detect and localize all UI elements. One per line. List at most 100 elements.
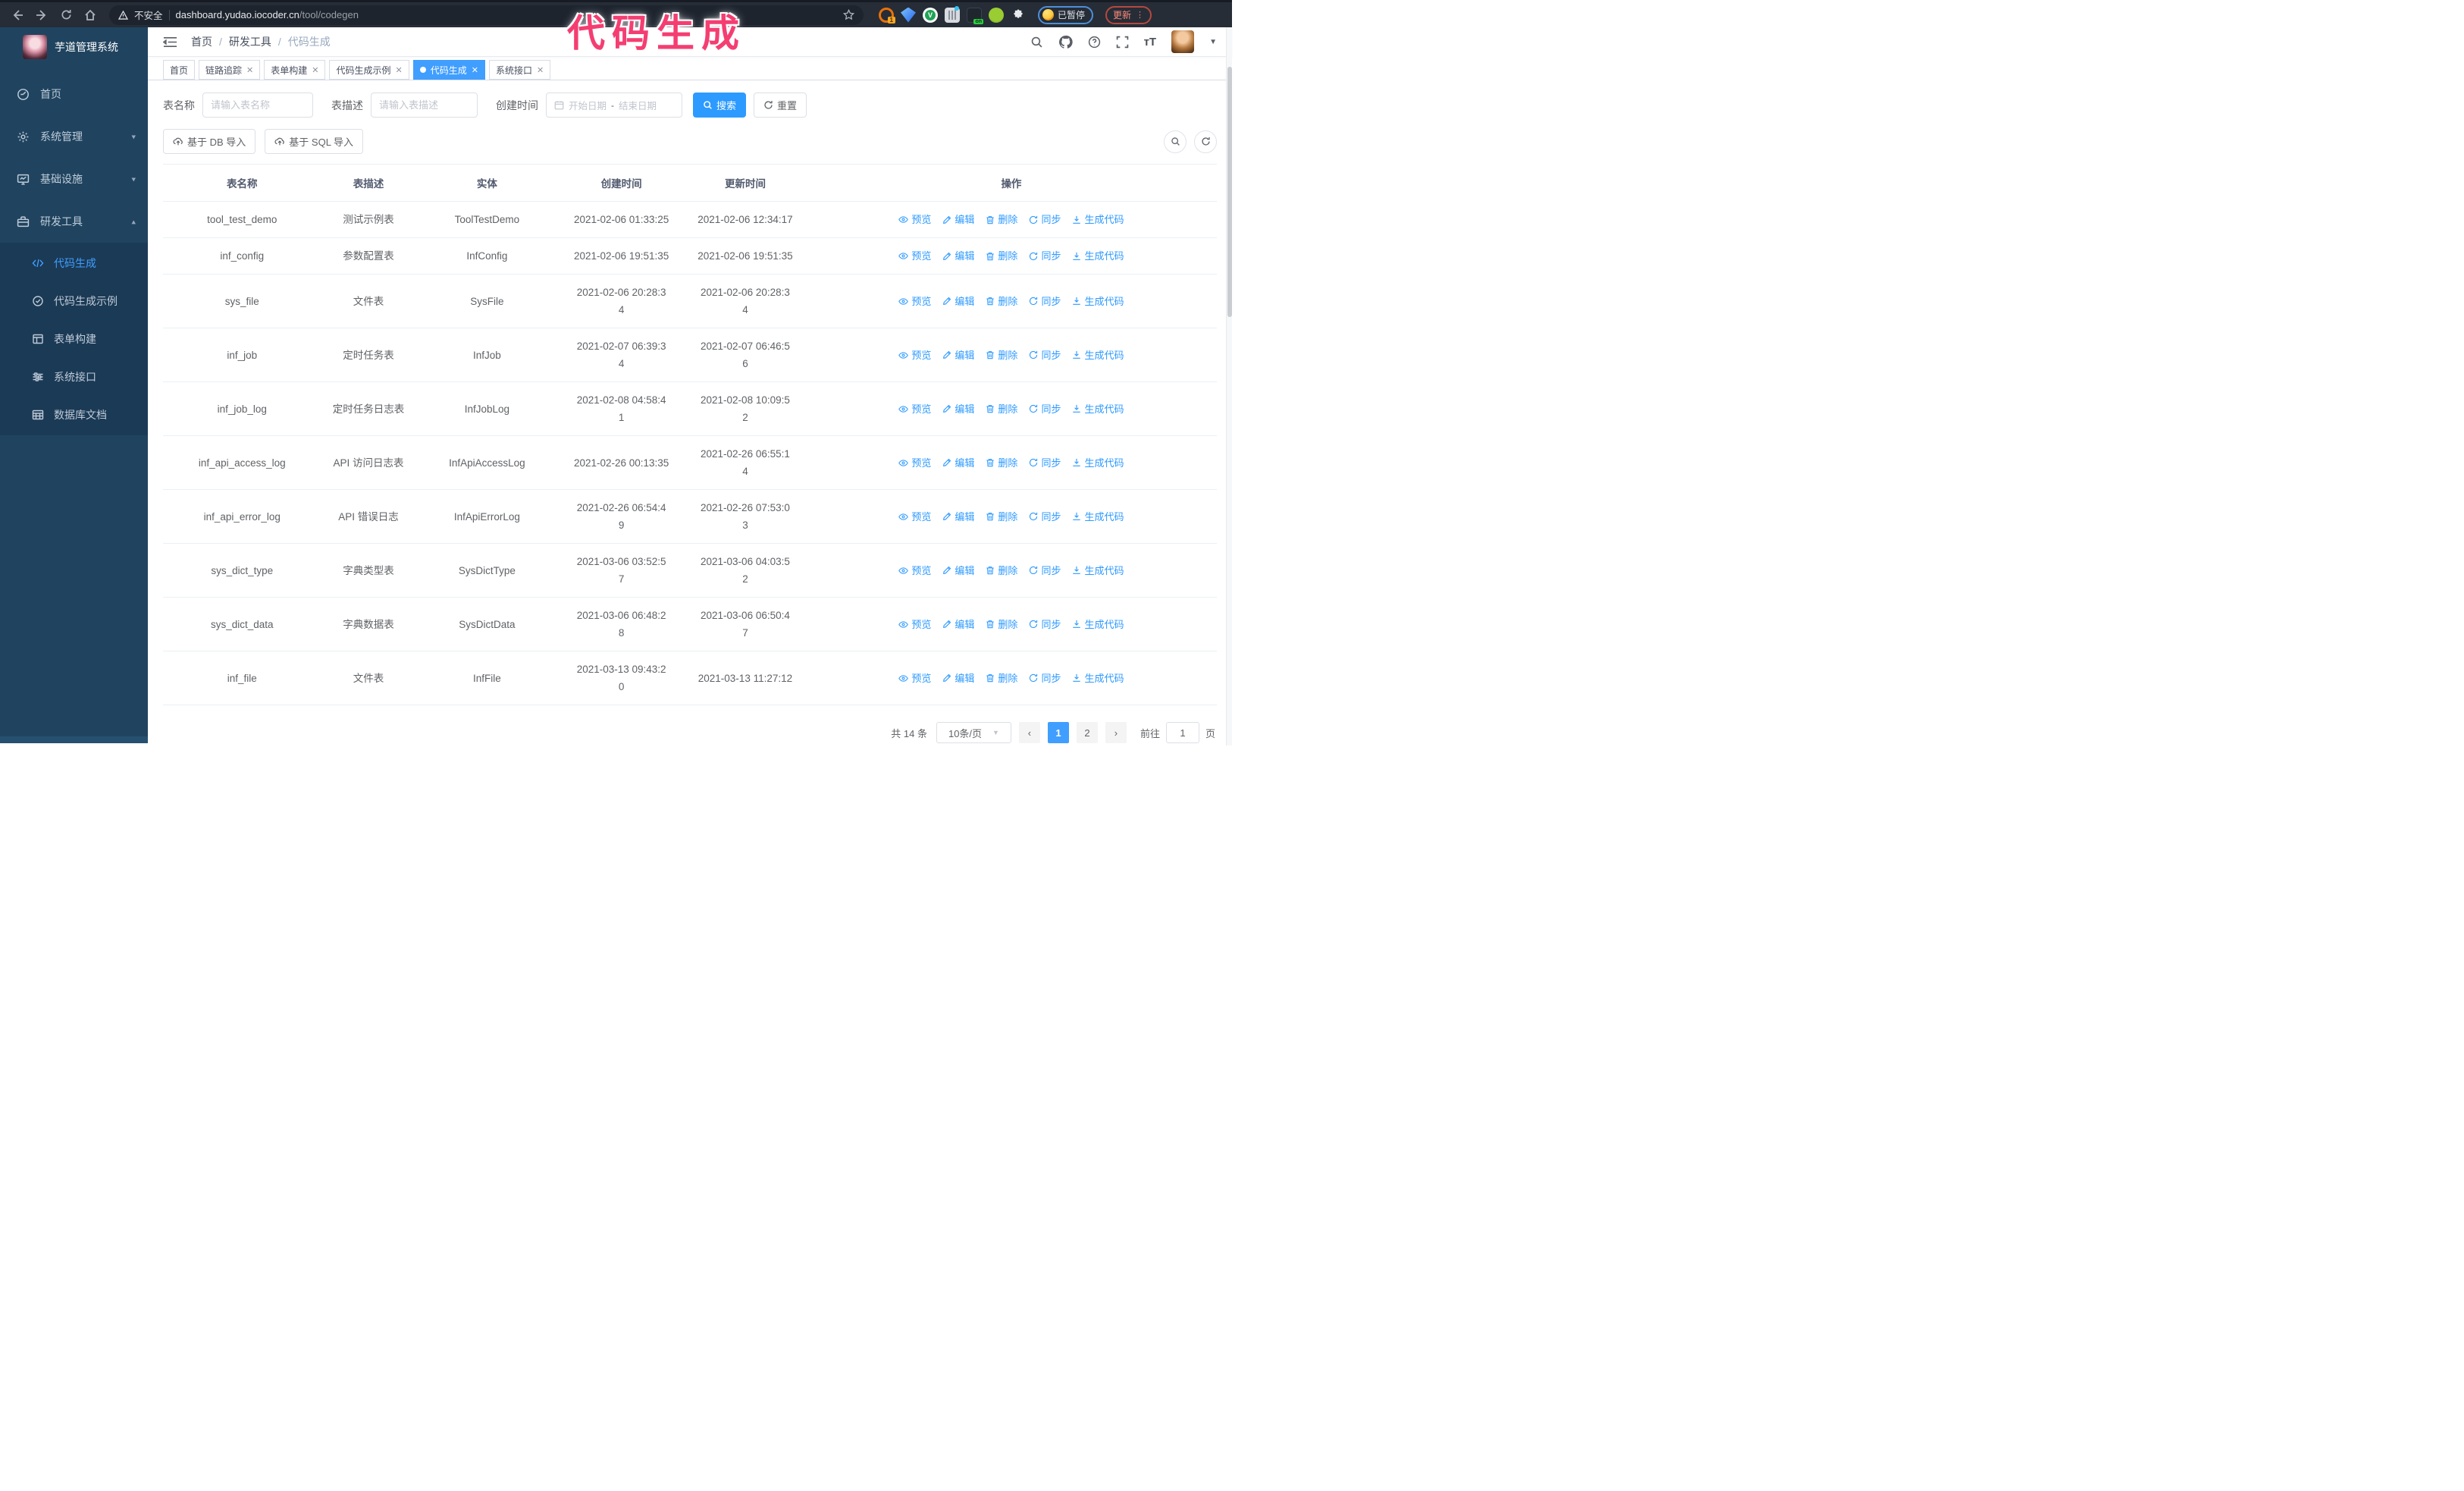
tab-close-icon[interactable]: ✕ [472,65,478,75]
edit-link[interactable]: 编辑 [942,247,974,265]
sync-link[interactable]: 同步 [1029,562,1061,579]
table-name-input[interactable] [211,99,305,111]
back-icon[interactable] [8,5,27,25]
table-desc-input[interactable] [379,99,469,111]
delete-link[interactable]: 删除 [986,247,1017,265]
forward-icon[interactable] [32,5,52,25]
sync-link[interactable]: 同步 [1029,670,1061,687]
generate-code-link[interactable]: 生成代码 [1072,247,1124,265]
security-label[interactable]: 不安全 [134,8,163,22]
delete-link[interactable]: 删除 [986,562,1017,579]
search-icon[interactable] [1030,36,1043,49]
sidebar-collapse-bar[interactable] [0,736,148,743]
page-scrollbar[interactable] [1226,27,1232,746]
preview-link[interactable]: 预览 [898,616,931,633]
generate-code-link[interactable]: 生成代码 [1072,670,1124,687]
next-page-button[interactable]: › [1105,722,1127,743]
preview-link[interactable]: 预览 [898,400,931,418]
extension-terminal-icon[interactable]: on [967,7,983,24]
sidebar-fold-icon[interactable] [163,36,177,49]
sidebar-item-infra[interactable]: 基础设施 ▾ [0,158,148,200]
search-button[interactable]: 搜索 [693,93,747,118]
date-range-picker[interactable]: 开始日期 - 结束日期 [546,93,682,118]
url-text[interactable]: dashboard.yudao.iocoder.cn/tool/codegen [176,9,359,20]
toggle-search-button[interactable] [1164,130,1187,153]
sync-link[interactable]: 同步 [1029,211,1061,228]
delete-link[interactable]: 删除 [986,211,1017,228]
edit-link[interactable]: 编辑 [942,508,974,526]
tab[interactable]: 链路追踪 ✕ [199,60,261,80]
preview-link[interactable]: 预览 [898,247,931,265]
edit-link[interactable]: 编辑 [942,211,974,228]
edit-link[interactable]: 编辑 [942,562,974,579]
url-bar[interactable]: 不安全 dashboard.yudao.iocoder.cn/tool/code… [109,5,864,25]
sync-link[interactable]: 同步 [1029,454,1061,472]
preview-link[interactable]: 预览 [898,670,931,687]
edit-link[interactable]: 编辑 [942,616,974,633]
paused-chip[interactable]: 已暂停 [1038,5,1094,24]
tab-close-icon[interactable]: ✕ [396,65,403,75]
page-button-1[interactable]: 1 [1047,722,1069,743]
logo-row[interactable]: 芋道管理系统 [0,27,148,67]
tab[interactable]: 表单构建 ✕ [264,60,326,80]
delete-link[interactable]: 删除 [986,508,1017,526]
extension-columns-icon[interactable] [945,5,960,23]
generate-code-link[interactable]: 生成代码 [1072,211,1124,228]
delete-link[interactable]: 删除 [986,454,1017,472]
generate-code-link[interactable]: 生成代码 [1072,616,1124,633]
fullscreen-icon[interactable] [1116,36,1129,49]
extensions-puzzle-icon[interactable] [1011,8,1026,23]
bookmark-star-icon[interactable] [843,9,854,20]
reload-icon[interactable] [56,5,76,25]
delete-link[interactable]: 删除 [986,616,1017,633]
generate-code-link[interactable]: 生成代码 [1072,347,1124,364]
tab-close-icon[interactable]: ✕ [246,65,253,75]
sidebar-item-system[interactable]: 系统管理 ▾ [0,115,148,158]
goto-page-input[interactable] [1165,722,1199,743]
sync-link[interactable]: 同步 [1029,508,1061,526]
tab[interactable]: 系统接口 ✕ [488,60,551,80]
delete-link[interactable]: 删除 [986,400,1017,418]
sidebar-item-devtools[interactable]: 研发工具 ▴ [0,200,148,243]
preview-link[interactable]: 预览 [898,454,931,472]
tab[interactable]: 首页 [163,60,196,80]
page-button-2[interactable]: 2 [1076,722,1098,743]
tab-close-icon[interactable]: ✕ [537,65,544,75]
tab[interactable]: 代码生成示例 ✕ [329,60,409,80]
generate-code-link[interactable]: 生成代码 [1072,562,1124,579]
sync-link[interactable]: 同步 [1029,293,1061,310]
edit-link[interactable]: 编辑 [942,670,974,687]
reset-button[interactable]: 重置 [754,93,807,118]
sync-link[interactable]: 同步 [1029,616,1061,633]
prev-page-button[interactable]: ‹ [1018,722,1040,743]
scrollbar-thumb[interactable] [1227,67,1232,317]
edit-link[interactable]: 编辑 [942,293,974,310]
tab-close-icon[interactable]: ✕ [312,65,318,75]
sidebar-item-db-doc[interactable]: 数据库文档 [0,396,148,434]
generate-code-link[interactable]: 生成代码 [1072,400,1124,418]
delete-link[interactable]: 删除 [986,347,1017,364]
avatar[interactable] [1171,30,1195,53]
refresh-table-button[interactable] [1194,130,1217,153]
sync-link[interactable]: 同步 [1029,347,1061,364]
extension-orange-icon[interactable]: 1 [879,7,895,24]
kebab-menu-icon[interactable]: ⋮ [1136,10,1144,20]
generate-code-link[interactable]: 生成代码 [1072,508,1124,526]
github-icon[interactable] [1058,35,1073,49]
preview-link[interactable]: 预览 [898,293,931,310]
edit-link[interactable]: 编辑 [942,347,974,364]
caret-down-icon[interactable]: ▼ [1209,38,1217,46]
tab[interactable]: 代码生成 ✕ [412,60,485,80]
font-size-icon[interactable]: ᴛT [1144,36,1157,49]
help-icon[interactable] [1088,36,1101,49]
update-button[interactable]: 更新 ⋮ [1105,5,1152,24]
extension-monkey-icon[interactable] [989,7,1004,23]
edit-link[interactable]: 编辑 [942,400,974,418]
sidebar-item-codegen-example[interactable]: 代码生成示例 [0,282,148,320]
extension-shield-icon[interactable]: V [923,7,938,23]
generate-code-link[interactable]: 生成代码 [1072,454,1124,472]
import-db-button[interactable]: 基于 DB 导入 [163,129,256,154]
breadcrumb-home[interactable]: 首页 [191,34,212,49]
sidebar-item-home[interactable]: 首页 [0,73,148,115]
sidebar-item-form-builder[interactable]: 表单构建 [0,320,148,358]
